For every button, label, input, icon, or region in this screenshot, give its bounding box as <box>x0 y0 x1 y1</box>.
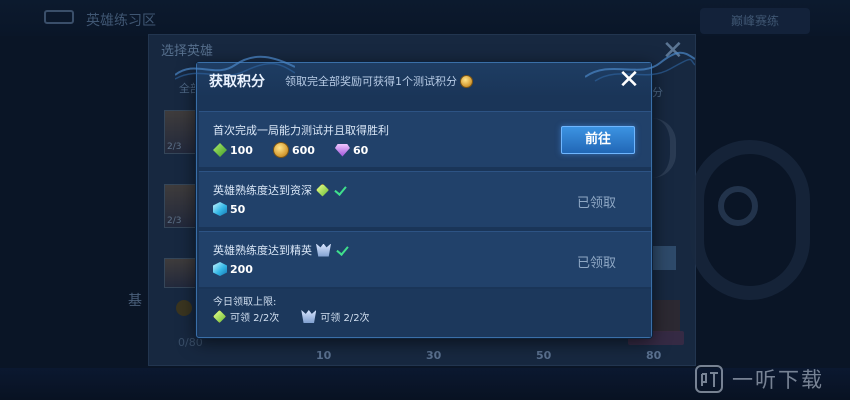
senior-rank-icon <box>213 310 226 323</box>
background-coin-icon <box>176 300 192 316</box>
hero-count: 2/3 <box>167 142 182 152</box>
background-ring-inner <box>718 186 758 226</box>
task-rewards: 200 <box>213 262 273 276</box>
reward-amount: 60 <box>352 143 369 157</box>
cyan-cube-icon <box>213 262 227 276</box>
background-tab-right[interactable]: 分 <box>652 84 663 100</box>
task-title: 首次完成一局能力测试并且取得胜利 <box>213 122 389 138</box>
task-title-text: 首次完成一局能力测试并且取得胜利 <box>213 124 389 137</box>
reward-item: 100 <box>213 143 253 157</box>
elite-rank-icon <box>301 310 317 323</box>
check-icon <box>335 184 347 196</box>
reward-item: 600 <box>272 142 315 158</box>
task-title-text: 英雄熟练度达到精英 <box>213 244 312 257</box>
task-rewards: 50 <box>213 202 265 216</box>
task-title-text: 英雄熟练度达到资深 <box>213 184 312 197</box>
task-row: 首次完成一局能力测试并且取得胜利 100 600 60 前往 <box>199 111 651 167</box>
purple-crystal-icon <box>334 143 350 157</box>
green-gem-icon <box>213 143 227 157</box>
dialog-subtitle: 领取完全部奖励可获得1个测试积分 <box>285 73 473 89</box>
claimed-status: 已领取 <box>577 196 617 211</box>
watermark-text: 一听下载 <box>732 368 824 392</box>
task-rewards: 100 600 60 <box>213 142 388 158</box>
daily-limit-text: 可领 2/2次 <box>320 313 370 324</box>
background-left-label: 基 <box>128 293 142 309</box>
reward-amount: 50 <box>230 202 246 216</box>
elite-rank-icon <box>316 243 331 257</box>
watermark-logo-icon <box>695 365 723 393</box>
close-button[interactable]: ✕ <box>613 65 645 97</box>
hero-portrait[interactable]: 2/3 <box>164 110 196 154</box>
test-point-coin-icon <box>460 74 473 88</box>
background-blue-block <box>652 246 676 270</box>
get-points-dialog: 获取积分 领取完全部奖励可获得1个测试积分 ✕ 首次完成一局能力测试并且取得胜利… <box>175 51 695 338</box>
reward-amount: 200 <box>230 262 253 276</box>
go-button[interactable]: 前往 <box>561 126 635 154</box>
background-right-button[interactable]: 巅峰赛练 <box>700 8 810 34</box>
claimed-status: 已领取 <box>577 256 617 271</box>
reward-amount: 100 <box>230 143 253 157</box>
daily-limit-item: 可领 2/2次 <box>301 309 370 324</box>
dialog-title: 获取积分 <box>209 74 265 90</box>
progress-tick-label: 50 <box>536 349 552 362</box>
senior-rank-icon <box>316 183 329 197</box>
hero-portrait[interactable]: 2/3 <box>164 184 196 228</box>
reward-item: 60 <box>334 143 369 157</box>
back-arrow-icon[interactable] <box>44 10 74 24</box>
daily-limit-section: 今日领取上限: 可领 2/2次 可领 2/2次 <box>199 289 651 337</box>
dialog-subtitle-text: 领取完全部奖励可获得1个测试积分 <box>285 75 457 88</box>
reward-amount: 600 <box>291 143 315 157</box>
watermark: 一听下载 <box>694 362 824 396</box>
background-title: 英雄练习区 <box>86 13 156 29</box>
task-row: 英雄熟练度达到精英 200 已领取 <box>199 231 651 287</box>
hero-portrait[interactable] <box>164 258 196 288</box>
hero-count: 2/3 <box>167 216 182 226</box>
daily-limit-items: 可领 2/2次 可领 2/2次 <box>213 309 370 324</box>
task-row: 英雄熟练度达到资深 50 已领取 <box>199 171 651 227</box>
reward-item: 200 <box>213 262 253 276</box>
cyan-cube-icon <box>213 202 227 216</box>
progress-tick-label: 10 <box>316 349 332 362</box>
daily-limit-item: 可领 2/2次 <box>213 309 279 324</box>
reward-item: 50 <box>213 202 245 216</box>
check-icon <box>337 244 349 256</box>
gold-coin-icon <box>272 142 289 158</box>
task-title: 英雄熟练度达到精英 <box>213 242 349 258</box>
daily-limit-title: 今日领取上限: <box>213 297 277 308</box>
progress-tick-label: 30 <box>426 349 442 362</box>
progress-tick-label: 80 <box>646 349 662 362</box>
task-title: 英雄熟练度达到资深 <box>213 182 347 198</box>
background-thumbnail <box>650 300 680 332</box>
daily-limit-text: 可领 2/2次 <box>230 313 280 324</box>
